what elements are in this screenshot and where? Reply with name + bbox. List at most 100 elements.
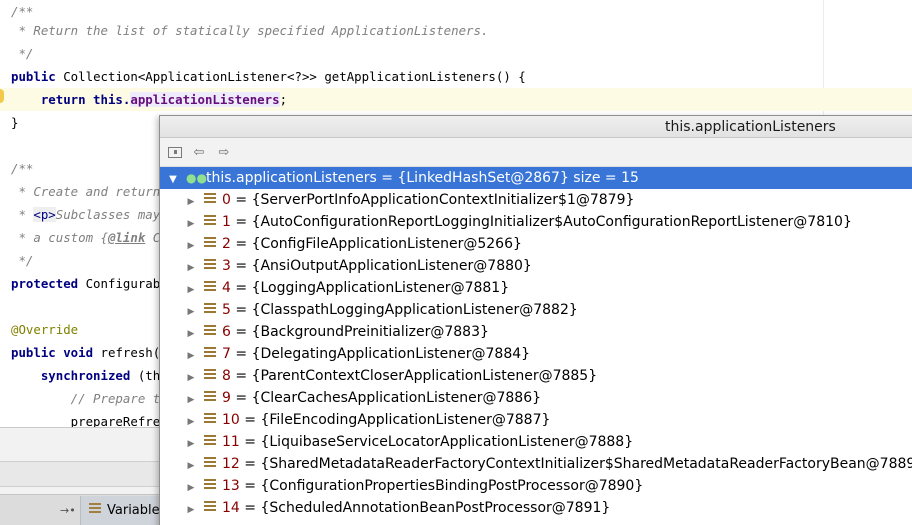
item-value: {SharedMetadataReaderFactoryContextIniti… [260,456,912,472]
collapse-arrow-icon[interactable]: ▶ [184,323,198,345]
code-line: * Return the list of statically specifie… [11,23,489,38]
tree-row[interactable]: ▶ 9 = {ClearCachesApplicationListener@788… [160,387,912,409]
field-icon [204,501,216,513]
code-line: * <p>Subclasses may [11,203,168,226]
keyword: synchronized [11,368,131,383]
comment-text: * [11,207,34,222]
html-tag: <p> [33,207,56,222]
popup-title[interactable]: this.applicationListeners [160,116,912,138]
item-value: {BackgroundPreinitializer@7883} [251,324,489,340]
collapse-arrow-icon[interactable]: ▶ [184,433,198,455]
collapse-arrow-icon[interactable]: ▶ [184,345,198,367]
tree-row[interactable]: ▶ 1 = {AutoConfigurationReportLoggingInit… [160,211,912,233]
tree-row[interactable]: ▶ 3 = {AnsiOutputApplicationListener@7880… [160,255,912,277]
collapse-arrow-icon[interactable]: ▶ [184,235,198,257]
item-index: 0 [222,192,231,208]
current-code-line: return this.applicationListeners; [0,88,912,111]
collapse-arrow-icon[interactable]: ▶ [184,455,198,477]
field-icon [204,435,216,447]
field-icon [204,325,216,337]
collapse-arrow-icon[interactable]: ▶ [184,411,198,433]
item-value: {ConfigurationPropertiesBindingPostProce… [260,478,644,494]
collapse-arrow-icon[interactable]: ▶ [184,213,198,235]
code-line: // Prepare th [11,391,168,406]
pin-icon[interactable] [166,144,184,160]
item-value: {LiquibaseServiceLocatorApplicationListe… [260,434,634,450]
code-line: */ [11,46,34,61]
tree-row[interactable]: ▶ 7 = {DelegatingApplicationListener@7884… [160,343,912,365]
tab-variables-label: Variables [107,503,167,518]
collapse-arrow-icon[interactable]: ▶ [184,191,198,213]
restore-layout-icon[interactable]: →• [60,504,76,517]
field-icon [204,303,216,315]
expand-arrow-icon[interactable]: ▼ [164,169,182,191]
field-reference[interactable]: applicationListeners [130,92,280,107]
item-value: {ParentContextCloserApplicationListener@… [251,368,598,384]
tree-row[interactable]: ▶ 14 = {ScheduledAnnotationBeanPostProces… [160,497,912,519]
tree-row[interactable]: ▶ 10 = {FileEncodingApplicationListener@7… [160,409,912,431]
arrow-left-icon[interactable]: ⇦ [190,144,208,160]
comment-text: Subclasses may [55,207,168,222]
item-value: {LoggingApplicationListener@7881} [251,280,510,296]
field-icon [204,413,216,425]
field-icon [204,391,216,403]
keyword: public void [11,345,94,360]
tree-root-row[interactable]: ▼ ●●this.applicationListeners = {LinkedHa… [160,167,912,189]
field-icon [204,237,216,249]
arrow-right-icon[interactable]: ⇨ [215,144,233,160]
item-index: 8 [222,368,231,384]
keyword: public [11,69,56,84]
tree-row[interactable]: ▶ 0 = {ServerPortInfoApplicationContextIn… [160,189,912,211]
annotation: @Override [11,322,79,337]
item-index: 11 [222,434,240,450]
tree-row[interactable]: ▶ 5 = {ClasspathLoggingApplicationListene… [160,299,912,321]
tree-row[interactable]: ▶ 2 = {ConfigFileApplicationListener@5266… [160,233,912,255]
field-icon [204,215,216,227]
item-index: 5 [222,302,231,318]
javadoc-tag: @link [107,230,146,245]
code-line: /** [11,161,34,176]
tree-row[interactable]: ▶ 6 = {BackgroundPreinitializer@7883} [160,321,912,343]
tree-row[interactable]: ▶ 12 = {SharedMetadataReaderFactoryContex… [160,453,912,475]
item-index: 13 [222,478,240,494]
field-icon [204,457,216,469]
collapse-arrow-icon[interactable]: ▶ [184,477,198,499]
code-line: */ [11,253,34,268]
code-line: public Collection<ApplicationListener<?>… [11,65,526,88]
item-index: 2 [222,236,231,252]
item-value: {ScheduledAnnotationBeanPostProcessor@78… [260,500,611,516]
collapse-arrow-icon[interactable]: ▶ [184,279,198,301]
code-line: protected Configurabl [11,272,168,295]
item-value: {DelegatingApplicationListener@7884} [251,346,531,362]
item-value: {AnsiOutputApplicationListener@7880} [251,258,532,274]
tree-row[interactable]: ▶ 11 = {LiquibaseServiceLocatorApplicatio… [160,431,912,453]
item-index: 14 [222,500,240,516]
code-line: * Create and return [11,184,168,199]
field-icon [204,281,216,293]
collapse-arrow-icon[interactable]: ▶ [184,389,198,411]
variable-tree[interactable]: ▼ ●●this.applicationListeners = {LinkedHa… [160,167,912,519]
tree-row[interactable]: ▶ 8 = {ParentContextCloserApplicationList… [160,365,912,387]
comment-text: * a custom { [11,230,108,245]
tree-row[interactable]: ▶ 4 = {LoggingApplicationListener@7881} [160,277,912,299]
item-index: 3 [222,258,231,274]
item-index: 7 [222,346,231,362]
collapse-arrow-icon[interactable]: ▶ [184,499,198,521]
item-value: {ClearCachesApplicationListener@7886} [251,390,542,406]
object-icon: ●● [186,171,207,185]
field-icon [204,347,216,359]
field-icon [204,479,216,491]
item-value: {ClasspathLoggingApplicationListener@788… [251,302,578,318]
code-text: ; [279,92,288,107]
tree-row[interactable]: ▶ 13 = {ConfigurationPropertiesBindingPos… [160,475,912,497]
collapse-arrow-icon[interactable]: ▶ [184,367,198,389]
collapse-arrow-icon[interactable]: ▶ [184,257,198,279]
inspect-popup[interactable]: this.applicationListeners ⇦ ⇨ ▼ ●●this.ap… [159,115,912,525]
code-text: Configurabl [78,276,168,291]
collapse-arrow-icon[interactable]: ▶ [184,301,198,323]
item-index: 6 [222,324,231,340]
code-text: refresh() [93,345,168,360]
code-line: * a custom {@link Co [11,226,167,249]
popup-toolbar: ⇦ ⇨ [160,138,912,167]
field-icon [204,259,216,271]
